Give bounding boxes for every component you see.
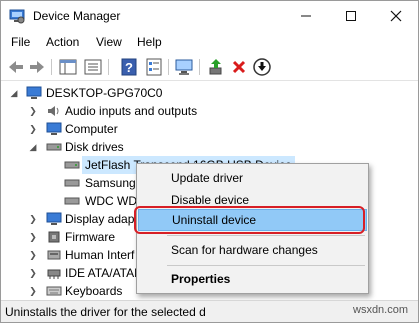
- back-arrow-icon: [9, 61, 23, 73]
- window-title: Device Manager: [33, 9, 121, 23]
- minimize-icon: [301, 15, 311, 17]
- forward-button[interactable]: [27, 57, 47, 77]
- show-hide-console-tree-button[interactable]: [58, 57, 78, 77]
- expand-chevron-icon[interactable]: ❯: [28, 210, 38, 228]
- list-icon: [84, 59, 102, 75]
- expand-chevron-icon[interactable]: ❯: [28, 264, 38, 282]
- tree-item-label: Firmware: [65, 230, 115, 244]
- speaker-icon: [46, 104, 62, 118]
- tree-item-label: Human Interf: [65, 248, 135, 262]
- maximize-icon: [346, 11, 356, 21]
- forward-arrow-icon: [30, 61, 44, 73]
- context-menu: Update driver Disable device Uninstall d…: [136, 163, 369, 294]
- device-manager-window: Device Manager File Action View Help ? ◢…: [0, 0, 419, 323]
- tree-item-label: Keyboards: [65, 284, 123, 298]
- close-icon: [390, 10, 402, 22]
- help-button[interactable]: ?: [119, 57, 139, 77]
- menu-item-scan-hardware[interactable]: Scan for hardware changes: [138, 239, 367, 261]
- disk-drive-icon: [64, 158, 80, 172]
- properties-button[interactable]: [144, 57, 164, 77]
- toolbar-separator: [51, 59, 52, 75]
- chip-icon: [46, 230, 62, 244]
- tree-item-audio[interactable]: ❯ Audio inputs and outputs: [1, 102, 301, 120]
- tree-item-label: IDE ATA/ATAP: [65, 266, 143, 280]
- hid-icon: [46, 248, 62, 262]
- tree-root-label: DESKTOP-GPG70C0: [46, 86, 163, 100]
- menu-item-disable-device[interactable]: Disable device: [138, 189, 367, 211]
- monitor-icon: [46, 122, 62, 136]
- menu-action[interactable]: Action: [46, 35, 79, 49]
- close-button[interactable]: [374, 1, 418, 31]
- expand-chevron-icon[interactable]: ❯: [28, 246, 38, 264]
- down-arrow-circle-icon: [253, 58, 271, 76]
- menu-separator: [167, 265, 365, 266]
- uninstall-device-button[interactable]: [229, 57, 249, 77]
- list-view-button[interactable]: [83, 57, 103, 77]
- status-text: Uninstalls the driver for the selected d: [5, 305, 206, 319]
- expand-chevron-icon[interactable]: ❯: [28, 282, 38, 300]
- menu-help[interactable]: Help: [137, 35, 162, 49]
- display-adapter-icon: [46, 212, 62, 226]
- minimize-button[interactable]: [284, 1, 328, 31]
- menu-view[interactable]: View: [96, 35, 122, 49]
- expand-chevron-icon[interactable]: ❯: [28, 120, 38, 138]
- svg-text:?: ?: [125, 60, 133, 75]
- red-x-icon: [232, 60, 246, 74]
- properties-icon: [146, 58, 162, 76]
- collapse-chevron-icon[interactable]: ◢: [9, 84, 19, 102]
- help-icon: ?: [121, 58, 137, 76]
- toolbar-separator: [168, 59, 169, 75]
- tree-item-label: Display adapt: [65, 212, 138, 226]
- console-tree-icon: [59, 59, 77, 75]
- watermark: wsxdn.com: [353, 304, 409, 316]
- toolbar-separator: [108, 59, 109, 75]
- menu-item-properties[interactable]: Properties: [138, 268, 367, 290]
- menu-file[interactable]: File: [11, 35, 30, 49]
- tree-root[interactable]: ◢ DESKTOP-GPG70C0: [1, 84, 301, 102]
- update-driver-button[interactable]: [206, 57, 226, 77]
- monitor-scan-icon: [175, 59, 193, 75]
- tree-item-label: WDC WD: [85, 194, 137, 208]
- device-manager-icon: [9, 8, 25, 24]
- tree-item-computer[interactable]: ❯ Computer: [1, 120, 301, 138]
- tree-item-disk-drives[interactable]: ◢ Disk drives: [1, 138, 301, 156]
- tree-item-label: Samsung: [85, 176, 136, 190]
- expand-chevron-icon[interactable]: ❯: [28, 102, 38, 120]
- maximize-button[interactable]: [329, 1, 373, 31]
- ide-controller-icon: [46, 266, 62, 280]
- tree-item-label: Computer: [65, 122, 118, 136]
- menu-item-update-driver[interactable]: Update driver: [138, 167, 367, 189]
- toolbar: ?: [1, 53, 418, 81]
- enable-device-button[interactable]: [252, 57, 272, 77]
- computer-icon: [26, 86, 42, 100]
- disk-drive-icon: [46, 140, 62, 154]
- title-bar: Device Manager: [1, 1, 418, 31]
- toolbar-separator: [199, 59, 200, 75]
- menu-bar: File Action View Help: [1, 32, 418, 52]
- disk-drive-icon: [64, 176, 80, 190]
- expand-chevron-icon[interactable]: ❯: [28, 228, 38, 246]
- tree-item-label: Disk drives: [65, 140, 124, 154]
- collapse-chevron-icon[interactable]: ◢: [28, 138, 38, 156]
- back-button[interactable]: [6, 57, 26, 77]
- scan-hardware-button[interactable]: [174, 57, 194, 77]
- keyboard-icon: [46, 284, 62, 298]
- tree-item-label: Audio inputs and outputs: [65, 104, 198, 118]
- menu-item-uninstall-device[interactable]: Uninstall device: [138, 209, 367, 231]
- disk-drive-icon: [64, 194, 80, 208]
- menu-separator: [167, 235, 365, 236]
- update-driver-icon: [209, 59, 222, 75]
